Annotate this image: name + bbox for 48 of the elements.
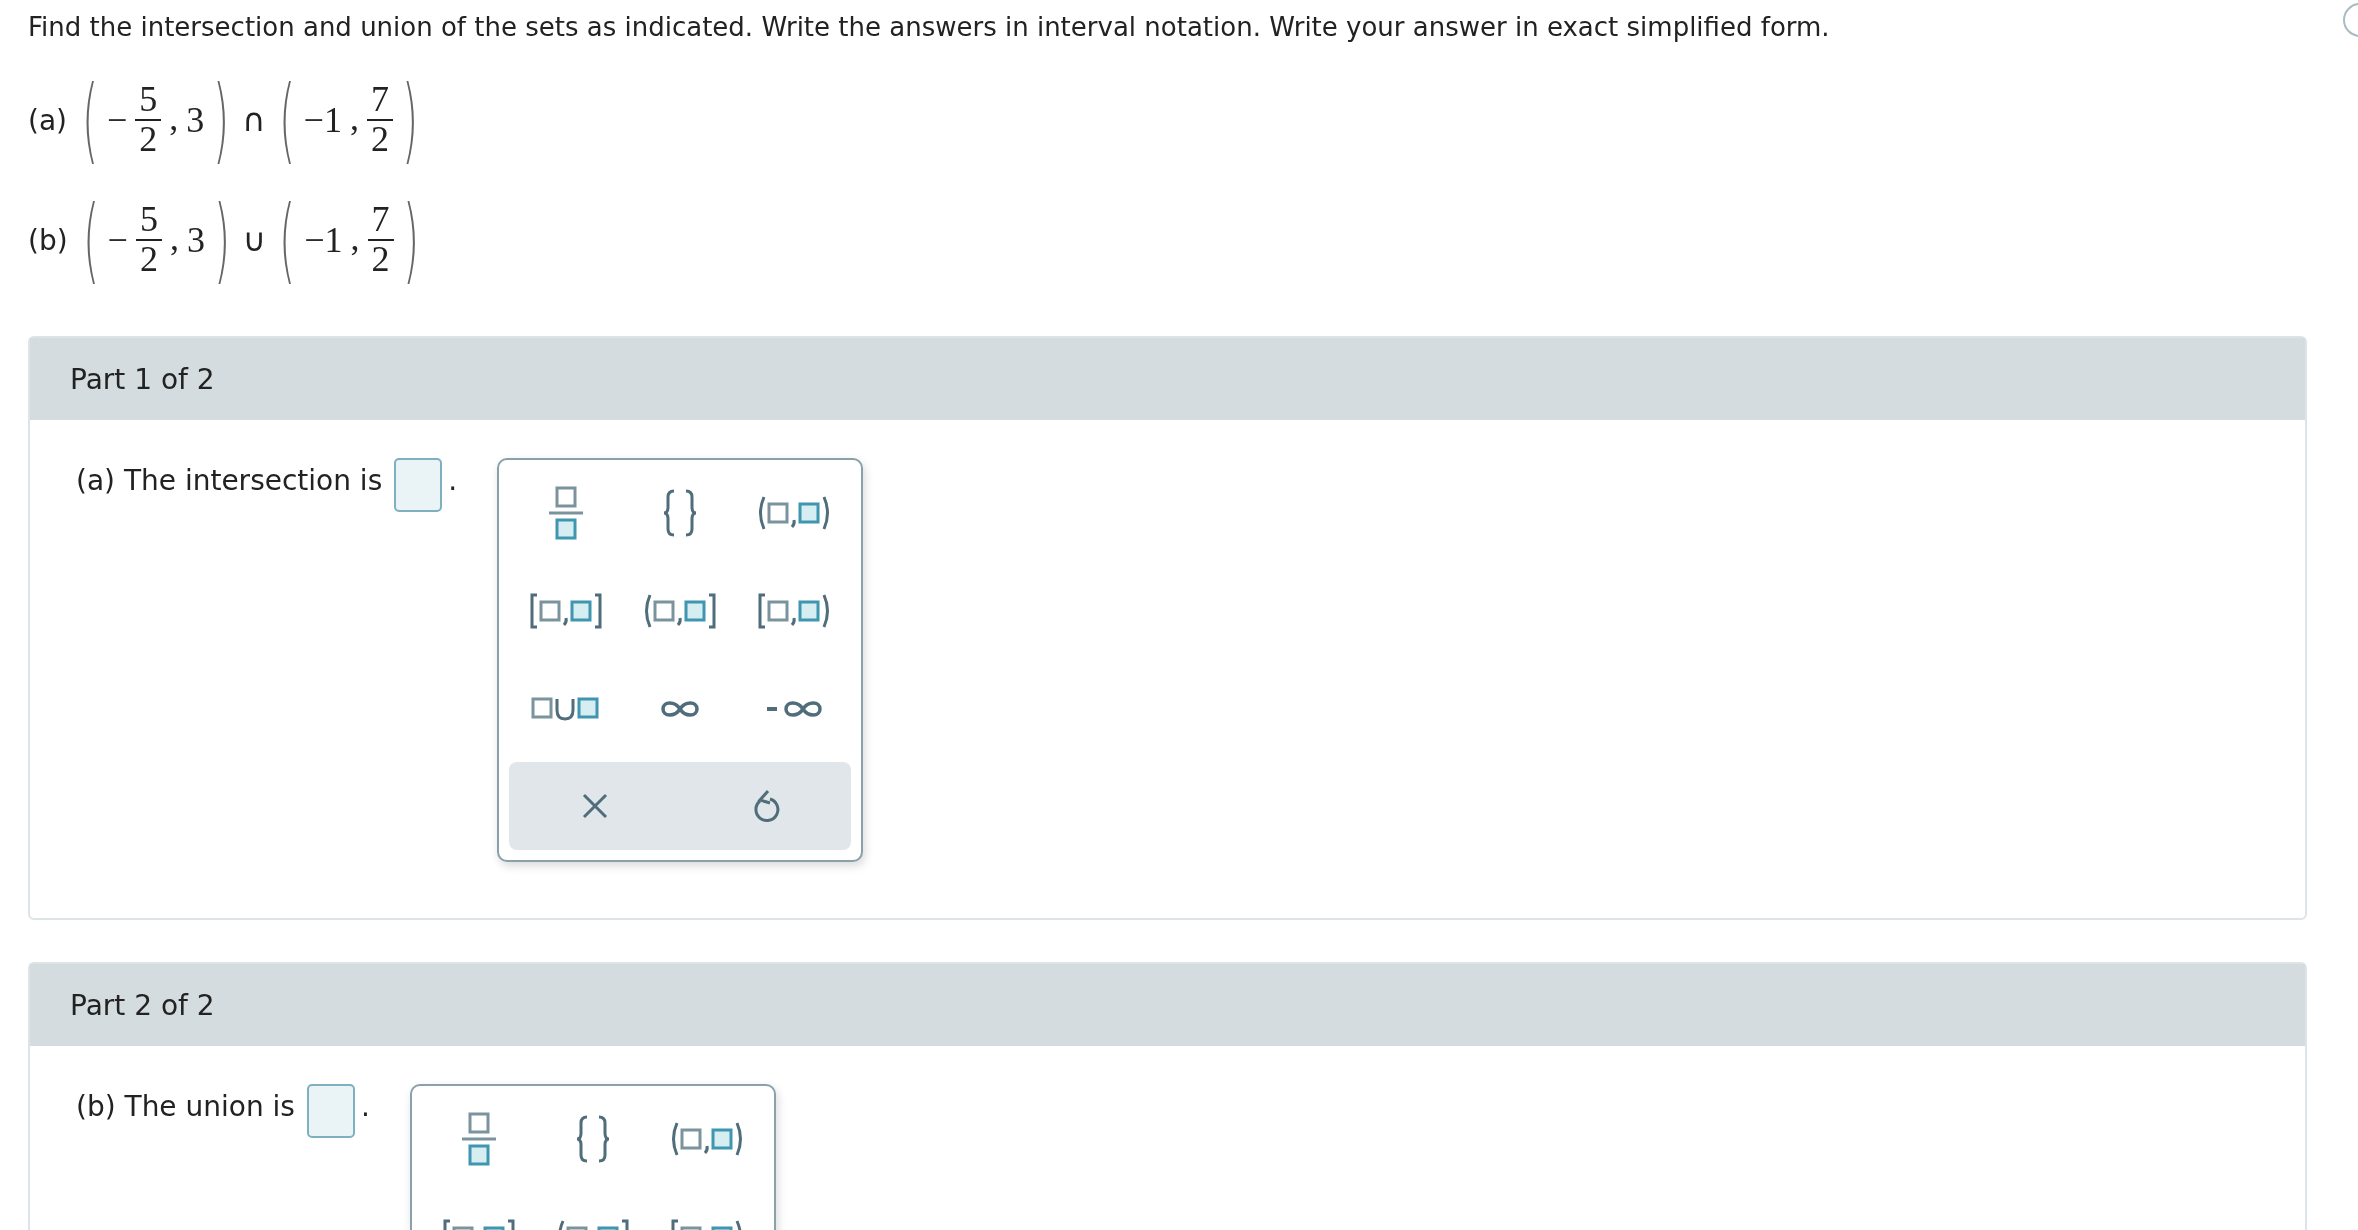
braces-icon [574,1115,611,1163]
infinity-icon [660,698,701,720]
parenthesis: ) [213,186,230,294]
minus-sign: − [106,99,128,141]
parenthesis: ) [402,186,419,294]
comma: , [350,216,360,259]
problem-label: (a) [28,103,67,137]
denominator: 2 [370,121,389,159]
part-title: Part 2 of 2 [70,988,215,1022]
numerator: 7 [367,201,394,241]
denominator: 2 [139,121,158,159]
union-template-icon [531,697,602,721]
denominator: 2 [139,241,158,279]
comma: , [349,96,359,139]
math-number: 3 [186,99,205,141]
problem-label: (b) [28,223,68,257]
answer-box[interactable] [306,1084,355,1138]
answer-prompt: (a) The intersection is [76,464,383,497]
numerator: 5 [135,81,162,121]
set-operator: ∩ [242,101,266,139]
part-title: Part 1 of 2 [70,362,215,396]
numerator: 7 [366,81,393,121]
set-operator: ∪ [242,221,267,259]
math-number: 3 [186,219,205,261]
close-icon [581,793,608,819]
parenthesis: ) [213,66,230,174]
parenthesis: ( [82,186,99,294]
braces-icon [662,489,699,537]
answer-prompt: (b) The union is [76,1090,295,1123]
numerator: 5 [135,201,162,241]
parenthesis: ( [279,186,296,294]
undo-icon [751,789,780,823]
denominator: 2 [371,241,390,279]
minus-sign: − [107,219,128,261]
fraction-template-icon [549,486,584,540]
fraction-template-icon [461,1112,496,1166]
period: . [360,1090,370,1123]
math-number: −1 [304,219,343,261]
instruction-text: Find the intersection and union of the sets as indicated. Write the answers in interval notation. Write your answer in exact simplified form. [28,12,1831,42]
parenthesis: ) [401,66,418,174]
parenthesis: ( [278,66,295,174]
negative-infinity-icon [765,698,824,720]
answer-box[interactable] [394,458,443,512]
period: . [448,464,458,497]
comma: , [169,96,179,139]
math-number: −1 [303,99,342,141]
parenthesis: ( [81,66,99,174]
comma: , [169,216,179,259]
